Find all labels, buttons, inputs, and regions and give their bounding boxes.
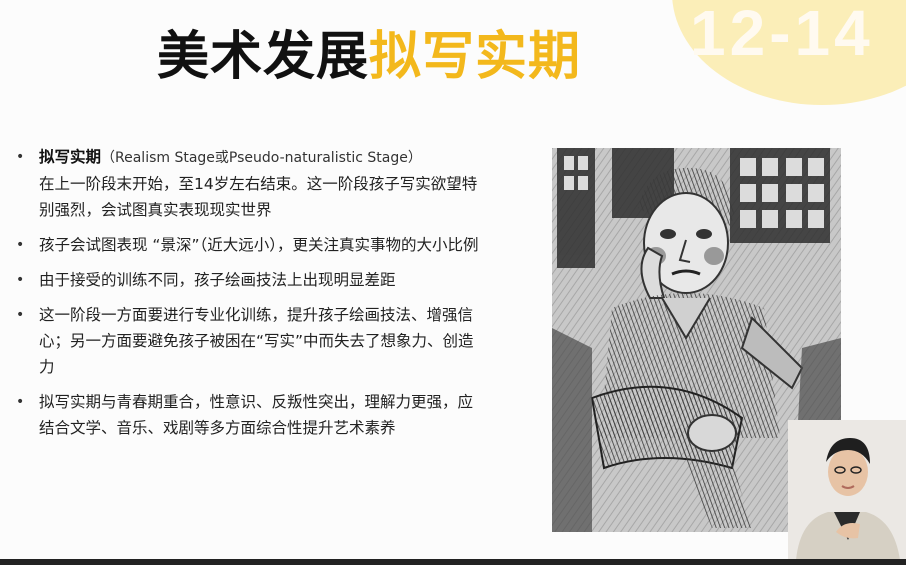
title-part-accent: 拟写实期: [369, 27, 582, 87]
bullet-text: 拟写实期与青春期重合，性意识、反叛性突出，理解力更强，应结合文学、音乐、戏剧等多…: [39, 393, 474, 437]
presenter-video-thumbnail: [788, 420, 906, 560]
bullet-item: • 这一阶段一方面要进行专业化训练，提升孩子绘画技法、增强信心；另一方面要避免孩…: [14, 302, 484, 380]
bullet-icon: •: [16, 149, 25, 165]
bottom-bar: [0, 559, 906, 565]
bullet-text: 由于接受的训练不同，孩子绘画技法上出现明显差距: [39, 271, 396, 289]
bullet-item: • 拟写实期（Realism Stage或Pseudo-naturalistic…: [14, 144, 484, 223]
bullet-text: 在上一阶段末开始，至14岁左右结束。这一阶段孩子写实欲望特别强烈，会试图真实表现…: [39, 175, 478, 219]
presenter-person-icon: [788, 420, 906, 560]
bullet-text: 这一阶段一方面要进行专业化训练，提升孩子绘画技法、增强信心；另一方面要避免孩子被…: [39, 306, 474, 376]
bullet-icon: •: [16, 237, 25, 253]
page-title: 美术发展拟写实期: [157, 14, 581, 89]
age-range-badge: 12-14: [690, 0, 874, 69]
bullet-item: • 由于接受的训练不同，孩子绘画技法上出现明显差距: [14, 267, 484, 293]
bullet-icon: •: [16, 272, 25, 288]
bullet-icon: •: [16, 307, 25, 323]
slide: 12-14 美术发展拟写实期 • 拟写实期（Realism Stage或Pseu…: [0, 0, 906, 565]
bullet-item: • 拟写实期与青春期重合，性意识、反叛性突出，理解力更强，应结合文学、音乐、戏剧…: [14, 389, 484, 441]
bullet-english: （Realism Stage或Pseudo-naturalistic Stage…: [101, 150, 422, 166]
title-part-dark: 美术发展: [157, 27, 370, 87]
bullet-item: • 孩子会试图表现 “景深”（近大远小），更关注真实事物的大小比例: [14, 232, 484, 258]
bullet-icon: •: [16, 394, 25, 410]
bullet-list: • 拟写实期（Realism Stage或Pseudo-naturalistic…: [14, 144, 484, 450]
bullet-strong: 拟写实期: [39, 148, 102, 166]
bullet-text: 孩子会试图表现 “景深”（近大远小），更关注真实事物的大小比例: [39, 236, 479, 254]
